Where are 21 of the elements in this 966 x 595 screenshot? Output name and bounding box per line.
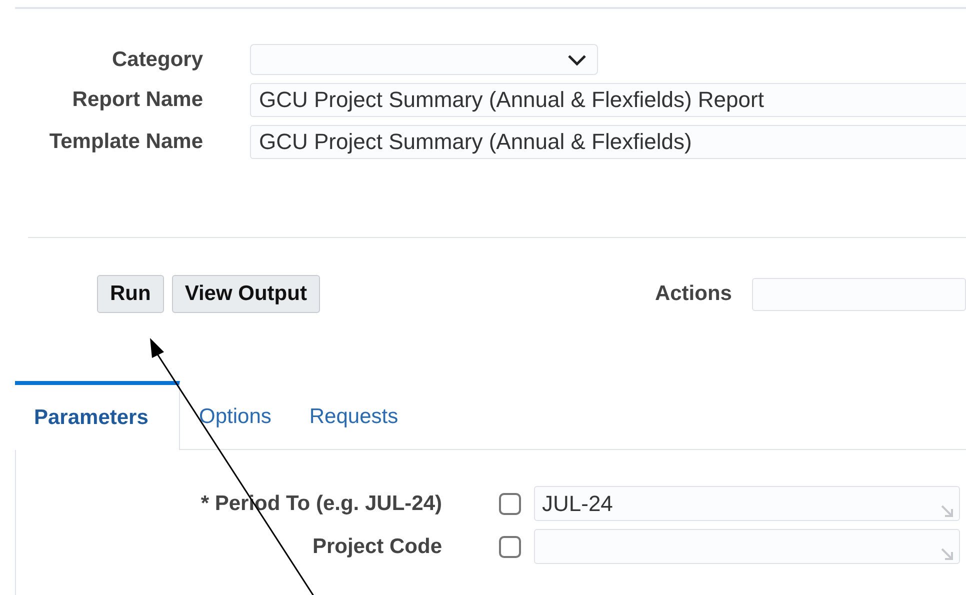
arrow-icon (941, 548, 953, 560)
chevron-down-icon (567, 54, 587, 66)
arrow-icon (941, 505, 953, 517)
input-field[interactable] (534, 529, 960, 564)
input-field[interactable]: JUL-24 (534, 486, 960, 521)
action-button[interactable]: View Output (172, 275, 320, 313)
input-field[interactable]: GCU Project Summary (Annual & Flexfields) (250, 125, 966, 159)
parameter-label: Project Code (311, 534, 442, 558)
tab[interactable]: Options (180, 381, 290, 449)
checkbox[interactable] (499, 492, 521, 514)
field-label: Category (110, 48, 203, 72)
checkbox[interactable] (499, 536, 521, 558)
action-button[interactable]: Run (97, 275, 164, 313)
actions-label: Actions (654, 282, 732, 306)
tab[interactable]: Parameters (15, 381, 180, 450)
field-label: Template Name (48, 130, 203, 154)
input-field[interactable]: GCU Project Summary (Annual & Flexfields) Report (250, 83, 966, 117)
tab[interactable]: Requests (290, 381, 418, 449)
category-dropdown[interactable] (250, 44, 598, 75)
field-label: Report Name (71, 88, 203, 112)
actions-field[interactable] (752, 278, 966, 310)
